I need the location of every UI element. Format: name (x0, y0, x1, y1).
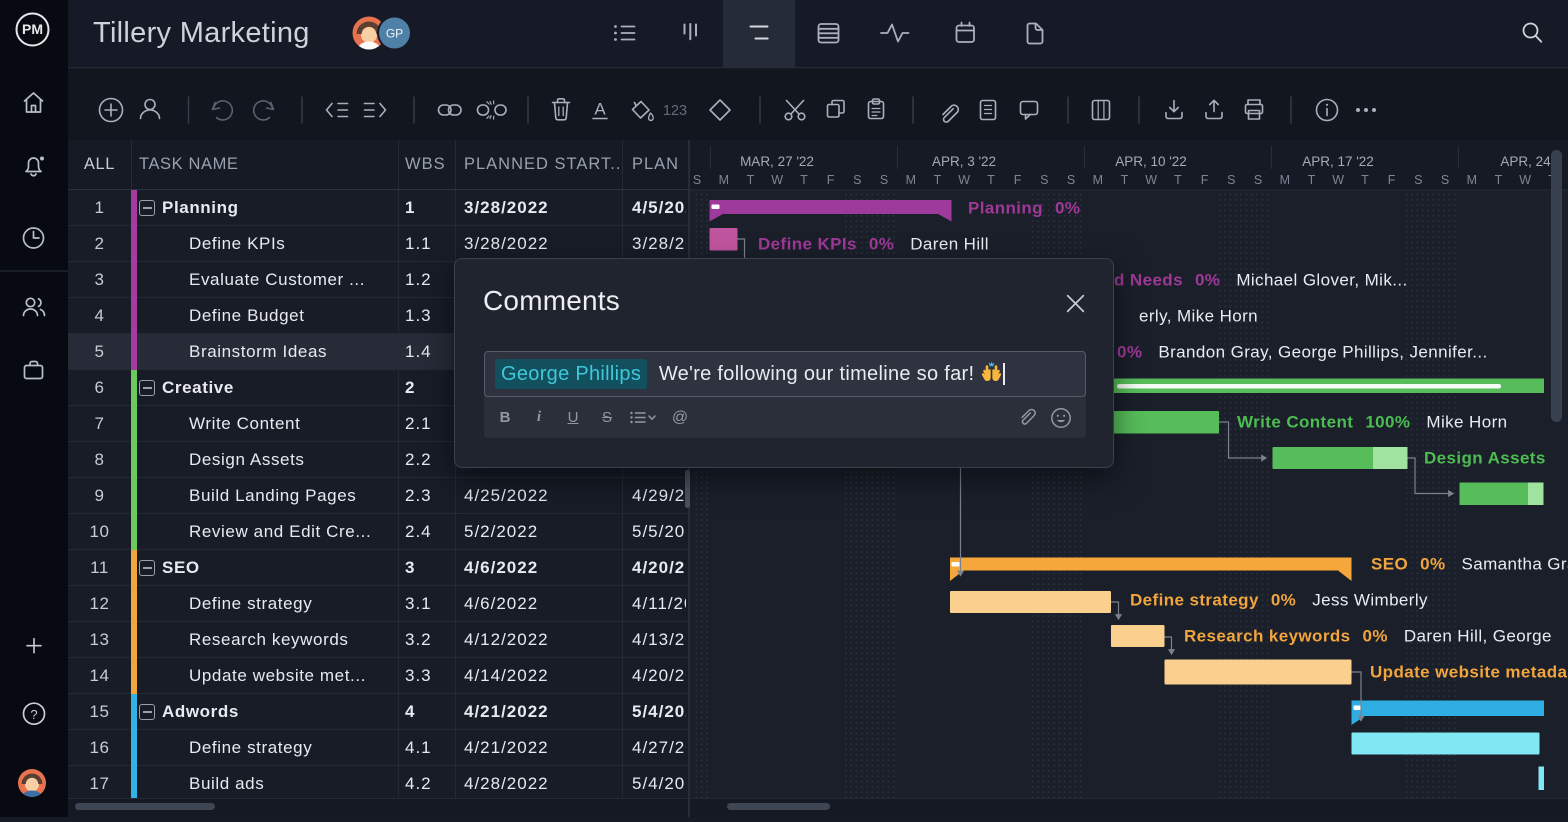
svg-text:MAR, 27 '22: MAR, 27 '22 (740, 154, 814, 169)
svg-text:SEO0%Samantha Gra: SEO0%Samantha Gra (1371, 555, 1568, 574)
svg-text:S: S (1040, 173, 1048, 187)
svg-text:PM: PM (22, 21, 43, 37)
svg-text:APR, 24: APR, 24 (1500, 154, 1551, 169)
svg-text:d Needs0%Michael Glover, Mik..: d Needs0%Michael Glover, Mik... (1114, 271, 1408, 290)
svg-text:Define strategy0%Jess Wimberly: Define strategy0%Jess Wimberly (1130, 591, 1428, 610)
svg-text:W: W (958, 173, 970, 187)
svg-text:S: S (853, 173, 861, 187)
svg-text:123: 123 (663, 103, 687, 119)
svg-text:Design Assets: Design Assets (1424, 449, 1546, 468)
svg-text:T: T (747, 173, 755, 187)
svg-text:S: S (1441, 173, 1449, 187)
svg-text:T: T (1121, 173, 1129, 187)
svg-text:F: F (1014, 173, 1022, 187)
svg-text:GP: GP (386, 27, 403, 41)
svg-text:T: T (1174, 173, 1182, 187)
svg-text:S: S (880, 173, 888, 187)
svg-text:M: M (1467, 173, 1477, 187)
svg-text:W: W (771, 173, 783, 187)
svg-text:Planning0%: Planning0% (968, 199, 1080, 218)
svg-text:F: F (1201, 173, 1209, 187)
svg-text:M: M (1280, 173, 1290, 187)
svg-text:A: A (594, 100, 606, 119)
svg-text:F: F (827, 173, 835, 187)
svg-text:APR, 17 '22: APR, 17 '22 (1302, 154, 1374, 169)
svg-text:T: T (1308, 173, 1316, 187)
svg-text:Update website metada: Update website metada (1370, 663, 1567, 682)
svg-text:M: M (719, 173, 729, 187)
svg-text:0%Brandon Gray, George Phillip: 0%Brandon Gray, George Phillips, Jennife… (1117, 343, 1488, 362)
svg-text:F: F (1388, 173, 1396, 187)
svg-text:M: M (906, 173, 916, 187)
svg-text:W: W (1519, 173, 1531, 187)
svg-text:T: T (987, 173, 995, 187)
svg-text:S: S (693, 173, 701, 187)
svg-text:T: T (934, 173, 942, 187)
svg-text:Research keywords0%Daren Hill,: Research keywords0%Daren Hill, George (1184, 627, 1552, 646)
svg-text:W: W (1332, 173, 1344, 187)
svg-text:APR, 10 '22: APR, 10 '22 (1115, 154, 1187, 169)
svg-text:T: T (1361, 173, 1369, 187)
svg-text:W: W (1145, 173, 1157, 187)
svg-text:S: S (1067, 173, 1075, 187)
svg-text:Define KPIs0%Daren Hill: Define KPIs0%Daren Hill (758, 235, 989, 254)
svg-text:S: S (1254, 173, 1262, 187)
svg-text:Write Content100%Mike Horn: Write Content100%Mike Horn (1237, 413, 1508, 432)
svg-text:T: T (800, 173, 808, 187)
svg-text:APR, 3 '22: APR, 3 '22 (932, 154, 996, 169)
svg-text:S: S (1414, 173, 1422, 187)
svg-text:erly, Mike Horn: erly, Mike Horn (1139, 307, 1258, 326)
svg-text:S: S (1227, 173, 1235, 187)
svg-text:T: T (1495, 173, 1503, 187)
svg-text:M: M (1093, 173, 1103, 187)
svg-text:?: ? (30, 707, 37, 722)
